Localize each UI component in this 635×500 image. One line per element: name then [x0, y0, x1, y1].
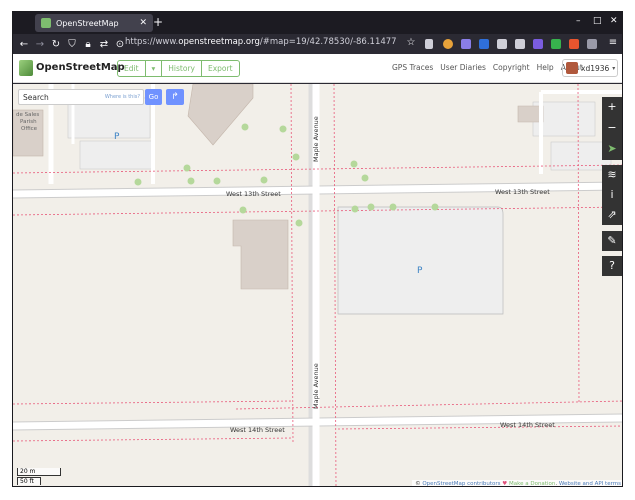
query-icon[interactable]: ? [602, 256, 622, 276]
note-icon[interactable]: ✎ [602, 231, 622, 251]
avatar [566, 62, 578, 74]
lock-icon[interactable]: 🔒︎ [80, 39, 96, 50]
history-button[interactable]: History [162, 61, 202, 76]
terms-link[interactable]: Website and API terms [559, 481, 621, 486]
scale-imperial: 50 ft [17, 477, 41, 485]
back-icon[interactable]: ← [16, 39, 32, 50]
share-icon[interactable]: ⇗ [602, 205, 622, 225]
street-label-maple: Maple Avenue [312, 363, 320, 409]
bookmark-star-icon[interactable]: ☆ [403, 37, 419, 48]
layers-icon[interactable]: ≋ [602, 165, 622, 185]
search-input[interactable]: Search Where is this? [18, 89, 144, 105]
scale-bar: 20 m 50 ft [17, 468, 61, 486]
maximize-icon[interactable]: □ [593, 16, 602, 26]
tab-title: OpenStreetMap [56, 18, 119, 28]
osm-favicon-icon [41, 18, 51, 28]
zoom-in-icon[interactable]: + [602, 97, 622, 118]
where-is-this-link[interactable]: Where is this? [105, 94, 140, 100]
url-prefix: https://www. [125, 37, 179, 47]
osm-logo-icon[interactable] [19, 60, 33, 76]
browser-tab[interactable]: OpenStreetMap ✕ [35, 14, 153, 32]
poi-label: Parish [20, 119, 37, 125]
navigation-bar: ← → ↻ ⛉ 🔒︎ ⇄ ⊙ https://www.openstreetmap… [13, 34, 622, 54]
osm-brand[interactable]: OpenStreetMap [36, 62, 125, 73]
shield-icon[interactable]: ⛉ [64, 39, 80, 50]
header-links: GPS Traces User Diaries Copyright Help A… [392, 63, 583, 72]
scale-metric: 20 m [17, 468, 61, 476]
reload-icon[interactable]: ↻ [48, 39, 64, 50]
minimize-icon[interactable]: – [576, 16, 581, 26]
close-tab-icon[interactable]: ✕ [139, 18, 147, 28]
attribution-copy: © [415, 481, 421, 487]
extension-icon[interactable] [551, 39, 561, 49]
new-tab-icon[interactable]: + [153, 15, 163, 29]
copyright-link[interactable]: Copyright [493, 63, 530, 72]
extension-icon[interactable] [497, 39, 507, 49]
forward-icon[interactable]: → [32, 39, 48, 50]
chevron-down-icon: ▾ [612, 64, 616, 72]
menu-icon[interactable]: ≡ [605, 37, 621, 48]
street-label-west-13th: West 13th Street [226, 190, 281, 198]
permissions-icon[interactable]: ⇄ [96, 39, 112, 50]
building [187, 84, 254, 146]
map-attribution: © OpenStreetMap contributors ♥ Make a Do… [412, 480, 622, 487]
edit-button-group: Edit ▾ History Export [117, 60, 240, 77]
download-icon[interactable] [425, 39, 433, 49]
library-icon[interactable] [515, 39, 525, 49]
username: xd1936 [581, 63, 610, 73]
gps-traces-link[interactable]: GPS Traces [392, 63, 433, 72]
street-label-west-14th: West 14th Street [500, 421, 555, 429]
street-label-west-14th: West 14th Street [230, 426, 285, 434]
osm-header: OpenStreetMap Edit ▾ History Export GPS … [13, 54, 622, 83]
parking-symbol: P [114, 132, 120, 142]
extension-icon[interactable] [587, 39, 597, 49]
street-label-west-13th: West 13th Street [495, 188, 550, 196]
poi-label: de Sales [16, 112, 39, 118]
help-link[interactable]: Help [537, 63, 554, 72]
extension-icon[interactable] [443, 39, 453, 49]
extension-icon[interactable] [569, 39, 579, 49]
user-diaries-link[interactable]: User Diaries [440, 63, 486, 72]
user-menu[interactable]: xd1936 ▾ [562, 59, 618, 77]
street-label-maple: Maple Avenue [312, 116, 320, 162]
heart-icon: ♥ [502, 481, 508, 487]
directions-icon[interactable]: ↱ [166, 89, 184, 105]
parking-lot [337, 206, 504, 315]
tab-bar: OpenStreetMap ✕ + – □ ✕ [13, 12, 622, 34]
export-button[interactable]: Export [202, 61, 239, 76]
contributors-link[interactable]: OpenStreetMap contributors [422, 481, 500, 486]
browser-window: OpenStreetMap ✕ + – □ ✕ ← → ↻ ⛉ 🔒︎ ⇄ ⊙ h… [12, 11, 623, 487]
go-button[interactable]: Go [145, 89, 162, 105]
edit-button[interactable]: Edit [118, 61, 146, 76]
edit-dropdown-icon[interactable]: ▾ [146, 61, 163, 76]
url-path: /#map=19/42.78530/-86.11477 [259, 37, 397, 47]
locate-icon[interactable]: ➤ [602, 139, 622, 160]
map-tiles: P P de Sales Parish Office West 13th Str… [13, 84, 622, 486]
extension-icon[interactable] [533, 39, 543, 49]
building [232, 219, 289, 290]
zoom-out-icon[interactable]: − [602, 118, 622, 139]
info-icon[interactable]: i [602, 185, 622, 205]
parking-symbol: P [417, 266, 423, 276]
parking-lot [79, 140, 155, 170]
extension-icon[interactable] [461, 39, 471, 49]
search-placeholder: Search [23, 93, 49, 102]
url-bar[interactable]: https://www.openstreetmap.org/#map=19/42… [125, 37, 397, 47]
close-window-icon[interactable]: ✕ [610, 16, 618, 26]
attribution-dot: . [555, 481, 558, 487]
donation-link[interactable]: Make a Donation [509, 481, 555, 486]
map-canvas[interactable]: P P de Sales Parish Office West 13th Str… [13, 84, 622, 487]
poi-label: Office [21, 126, 38, 132]
extension-icon[interactable] [479, 39, 489, 49]
url-domain: openstreetmap.org [178, 37, 260, 47]
